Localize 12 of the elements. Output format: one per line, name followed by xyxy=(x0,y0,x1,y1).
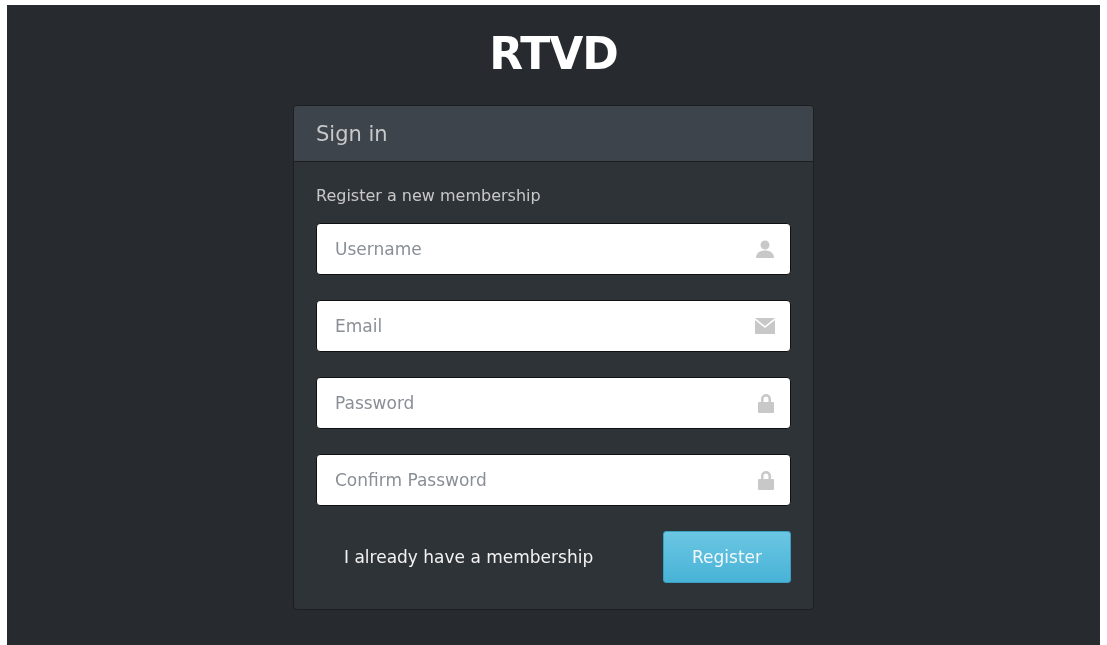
logo: RTVD xyxy=(489,29,618,79)
input-field[interactable]: Username xyxy=(316,223,791,275)
input-field[interactable]: Confirm Password xyxy=(316,454,791,506)
login-link[interactable]: I already have a membership xyxy=(344,547,594,567)
lock-icon xyxy=(757,470,775,490)
card-title: Sign in xyxy=(316,121,388,146)
input-field[interactable]: Email xyxy=(316,300,791,352)
envelope-icon xyxy=(755,318,775,334)
lock-icon xyxy=(757,393,775,413)
input-field[interactable]: Password xyxy=(316,377,791,429)
user-icon xyxy=(755,239,775,259)
form-subtitle: Register a new membership xyxy=(316,186,542,205)
